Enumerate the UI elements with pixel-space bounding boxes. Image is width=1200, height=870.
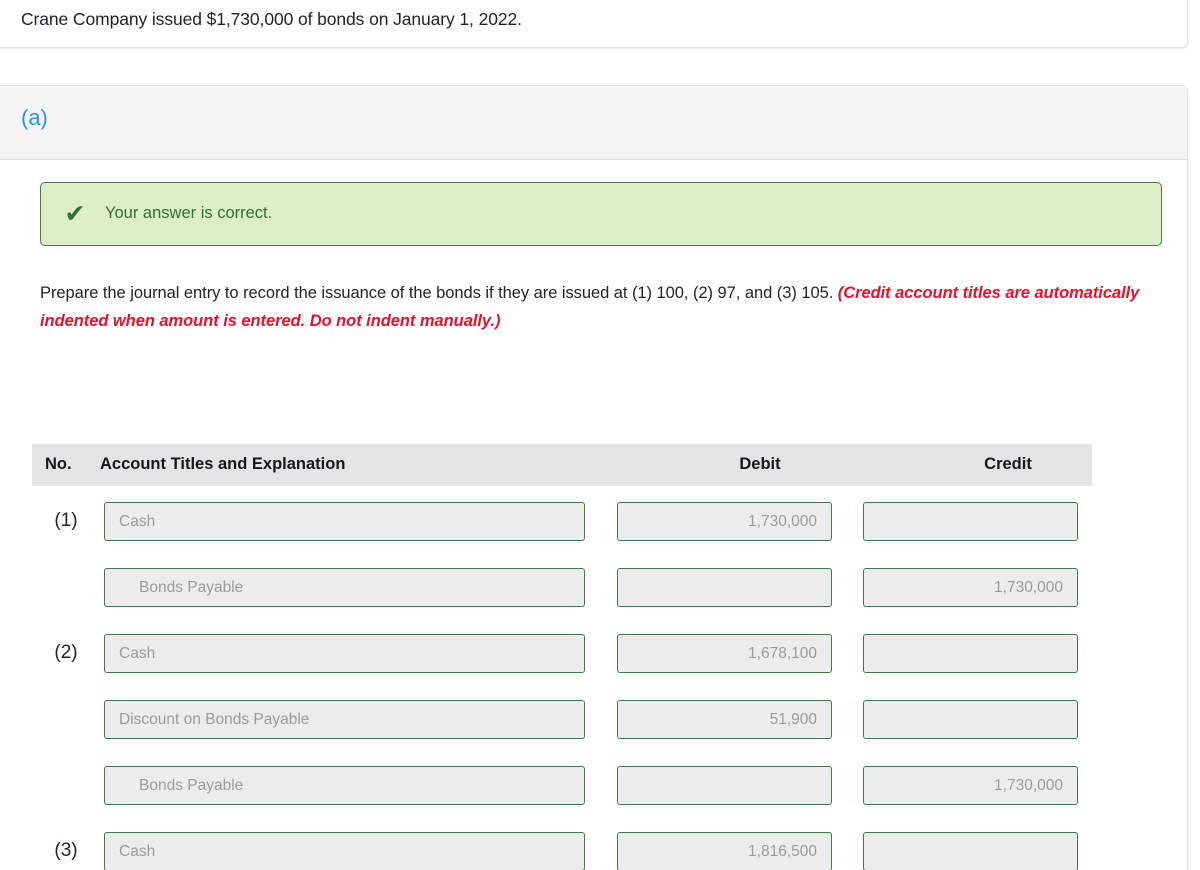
part-label: (a) xyxy=(21,105,48,130)
debit-amount-input[interactable]: 1,678,100 xyxy=(617,634,832,673)
account-title-input[interactable]: Discount on Bonds Payable xyxy=(104,700,585,739)
table-row: Bonds Payable 1,730,000 xyxy=(32,762,1092,828)
column-header-account: Account Titles and Explanation xyxy=(100,455,346,473)
answer-correct-message: Your answer is correct. xyxy=(105,204,273,222)
instructions-plain: Prepare the journal entry to record the … xyxy=(40,284,838,302)
account-title-input[interactable]: Cash xyxy=(104,502,585,541)
question-card-header: (a) xyxy=(0,86,1187,160)
debit-amount-input[interactable] xyxy=(617,766,832,805)
debit-amount-input[interactable] xyxy=(617,568,832,607)
table-header-row: No. Account Titles and Explanation Debit… xyxy=(32,444,1092,486)
credit-amount-input[interactable]: 1,730,000 xyxy=(863,568,1078,607)
column-header-credit: Credit xyxy=(984,455,1032,473)
row-number: (1) xyxy=(54,510,78,531)
table-body: (1) Cash 1,730,000 Bonds Payable 1,730,000 (2… xyxy=(32,498,1092,870)
column-header-debit: Debit xyxy=(739,455,781,473)
table-row: (2) Cash 1,678,100 xyxy=(32,630,1092,696)
row-number: (2) xyxy=(54,642,78,663)
account-title-input[interactable]: Bonds Payable xyxy=(104,766,585,805)
credit-amount-input[interactable] xyxy=(863,700,1078,739)
debit-amount-input[interactable]: 1,816,500 xyxy=(617,832,832,870)
prompt-card: Crane Company issued $1,730,000 of bonds… xyxy=(0,0,1188,48)
table-row: (3) Cash 1,816,500 xyxy=(32,828,1092,870)
account-title-input[interactable]: Bonds Payable xyxy=(104,568,585,607)
table-row: Bonds Payable 1,730,000 xyxy=(32,564,1092,630)
prompt-text: Crane Company issued $1,730,000 of bonds… xyxy=(21,9,522,29)
credit-amount-input[interactable] xyxy=(863,832,1078,870)
account-title-input[interactable]: Cash xyxy=(104,832,585,870)
instructions-text: Prepare the journal entry to record the … xyxy=(40,279,1160,335)
account-title-input[interactable]: Cash xyxy=(104,634,585,673)
debit-amount-input[interactable]: 51,900 xyxy=(617,700,832,739)
credit-amount-input[interactable] xyxy=(863,634,1078,673)
credit-amount-input[interactable] xyxy=(863,502,1078,541)
check-icon: ✔ xyxy=(64,200,86,228)
credit-amount-input[interactable]: 1,730,000 xyxy=(863,766,1078,805)
column-header-no: No. xyxy=(45,455,72,473)
row-number: (3) xyxy=(54,840,78,861)
answer-correct-alert: ✔ Your answer is correct. xyxy=(40,182,1162,246)
question-card-body: ✔ Your answer is correct. Prepare the jo… xyxy=(0,161,1187,870)
debit-amount-input[interactable]: 1,730,000 xyxy=(617,502,832,541)
table-row: (1) Cash 1,730,000 xyxy=(32,498,1092,564)
page-root: Crane Company issued $1,730,000 of bonds… xyxy=(0,0,1200,870)
question-card: (a) ✔ Your answer is correct. Prepare th… xyxy=(0,85,1188,870)
table-row: Discount on Bonds Payable 51,900 xyxy=(32,696,1092,762)
